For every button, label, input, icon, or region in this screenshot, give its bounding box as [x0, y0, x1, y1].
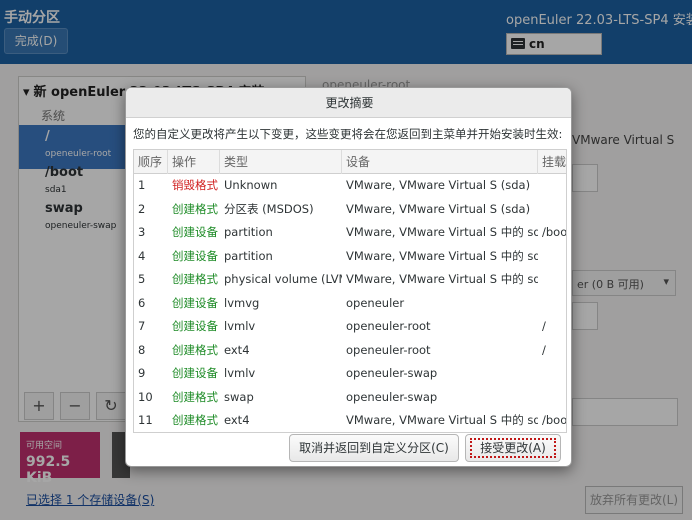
cell-type: lvmvg	[224, 295, 260, 310]
cell-mount	[538, 362, 566, 385]
changes-summary-dialog: 更改摘要 您的自定义更改将产生以下变更，这些变更将会在您返回到主菜单并开始安装时…	[125, 87, 572, 467]
accept-changes-button[interactable]: 接受更改(A)	[465, 434, 561, 462]
table-row[interactable]: 1 销毁格式 Unknown VMware, VMware Virtual S (sd…	[134, 174, 566, 198]
table-row[interactable]: 5 创建格式 physical volume (LVM) VMware, VMware…	[134, 268, 566, 292]
cell-action: 创建设备	[172, 295, 218, 310]
cell-mount: /	[542, 342, 546, 357]
cancel-and-return-button[interactable]: 取消并返回到自定义分区(C)	[289, 434, 459, 462]
dialog-title: 更改摘要	[126, 88, 571, 118]
cell-order: 7	[138, 319, 146, 333]
cell-action: 创建设备	[172, 225, 218, 239]
cell-type: physical volume (LVM)	[224, 272, 342, 286]
column-header-action[interactable]: 操作	[168, 150, 220, 174]
cell-mount	[538, 268, 566, 291]
cell-device: VMware, VMware Virtual S (sda)	[346, 178, 531, 192]
cell-type: 分区表 (MSDOS)	[224, 201, 314, 216]
table-row[interactable]: 3 创建设备 partition VMware, VMware Virtual S 中…	[134, 221, 567, 245]
cell-order: 9	[138, 366, 146, 380]
cell-action: 创建格式	[172, 413, 218, 427]
cell-action: 销毁格式	[172, 178, 218, 192]
cell-action: 创建设备	[172, 319, 218, 333]
cell-device: VMware, VMware Virtual S (sda)	[346, 201, 531, 216]
cell-type: partition	[224, 248, 273, 263]
table-header: 顺序 操作 类型 设备 挂载	[134, 150, 566, 174]
cell-type: ext4	[224, 413, 250, 427]
cell-action: 创建格式	[172, 389, 218, 404]
cell-device: VMware, VMware Virtual S 中的 sda2	[346, 248, 538, 263]
cell-type: Unknown	[224, 178, 278, 192]
cell-device: VMware, VMware Virtual S 中的 sda1	[346, 225, 538, 239]
cell-order: 5	[138, 272, 146, 286]
cell-mount	[538, 386, 566, 409]
cell-mount	[538, 245, 566, 268]
column-header-order[interactable]: 顺序	[134, 150, 168, 174]
cell-mount: /	[542, 319, 546, 333]
column-header-device[interactable]: 设备	[342, 150, 538, 174]
cell-type: lvmlv	[224, 319, 256, 333]
cell-device: VMware, VMware Virtual S 中的 sda2	[346, 272, 538, 286]
table-row[interactable]: 8 创建格式 ext4 openeuler-root /	[134, 339, 566, 363]
cell-device: openeuler-root	[346, 319, 431, 333]
table-body: 1 销毁格式 Unknown VMware, VMware Virtual S (sd…	[134, 174, 567, 432]
column-header-type[interactable]: 类型	[220, 150, 342, 174]
cell-device: openeuler-root	[346, 342, 431, 357]
table-row[interactable]: 11 创建格式 ext4 VMware, VMware Virtual S 中的 sd…	[134, 409, 567, 432]
cell-action: 创建格式	[172, 272, 218, 286]
cell-device: openeuler-swap	[346, 389, 438, 404]
table-row[interactable]: 10 创建格式 swap openeuler-swap	[134, 386, 566, 410]
column-header-mount[interactable]: 挂载	[538, 150, 566, 174]
changes-table: 顺序 操作 类型 设备 挂载 1 销毁格式 Unknown VMware, VMwar…	[133, 149, 567, 433]
cell-type: partition	[224, 225, 273, 239]
table-row[interactable]: 6 创建设备 lvmvg openeuler	[134, 292, 566, 316]
table-row[interactable]: 2 创建格式 分区表 (MSDOS) VMware, VMware Virtual S…	[134, 198, 566, 222]
cell-order: 6	[138, 295, 146, 310]
cell-mount: /boo	[542, 225, 567, 239]
cell-type: lvmlv	[224, 366, 256, 380]
cell-order: 2	[138, 201, 146, 216]
cell-order: 11	[138, 413, 153, 427]
cell-order: 4	[138, 248, 146, 263]
cell-mount	[538, 292, 566, 315]
cell-order: 1	[138, 178, 146, 192]
cell-type: ext4	[224, 342, 250, 357]
table-row[interactable]: 7 创建设备 lvmlv openeuler-root /	[134, 315, 566, 339]
cell-type: swap	[224, 389, 254, 404]
focus-indicator	[470, 438, 556, 458]
cell-device: openeuler-swap	[346, 366, 438, 380]
cell-mount: /boo	[542, 413, 567, 427]
dialog-message: 您的自定义更改将产生以下变更，这些变更将会在您返回到主菜单并开始安装时生效:	[133, 127, 563, 141]
table-row[interactable]: 9 创建设备 lvmlv openeuler-swap	[134, 362, 566, 386]
cell-order: 3	[138, 225, 146, 239]
cell-action: 创建格式	[172, 342, 218, 357]
cell-action: 创建格式	[172, 201, 218, 216]
cell-device: VMware, VMware Virtual S 中的 sda1	[346, 413, 538, 427]
cell-mount	[538, 174, 566, 197]
cell-device: openeuler	[346, 295, 405, 310]
cell-order: 8	[138, 342, 146, 357]
cell-mount	[538, 198, 566, 221]
cell-action: 创建设备	[172, 366, 218, 380]
cell-action: 创建设备	[172, 248, 218, 263]
table-row[interactable]: 4 创建设备 partition VMware, VMware Virtual S 中…	[134, 245, 566, 269]
cell-order: 10	[138, 389, 153, 404]
